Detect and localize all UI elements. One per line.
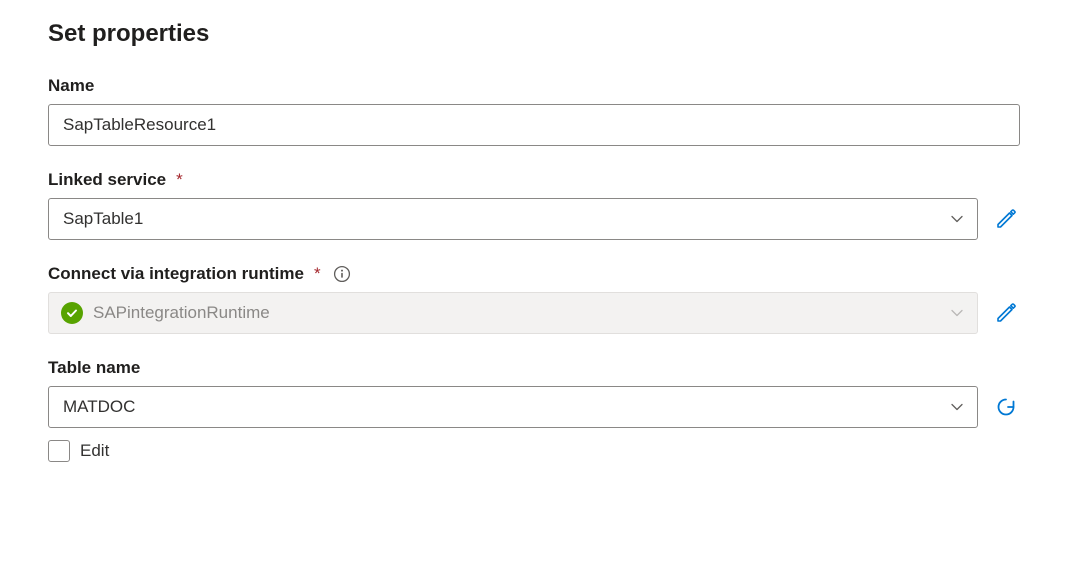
page-title: Set properties: [48, 20, 1020, 48]
integration-runtime-select[interactable]: SAPintegrationRuntime: [48, 292, 978, 334]
table-name-value: MATDOC: [63, 397, 135, 417]
linked-service-label-text: Linked service: [48, 170, 166, 190]
pencil-icon: [994, 301, 1018, 325]
table-name-label-text: Table name: [48, 358, 140, 378]
info-icon[interactable]: [333, 265, 351, 283]
pencil-icon: [994, 207, 1018, 231]
refresh-table-name-button[interactable]: [992, 393, 1020, 421]
integration-runtime-field: Connect via integration runtime * SAPint…: [48, 264, 1020, 334]
name-field: Name: [48, 76, 1020, 146]
table-name-select[interactable]: MATDOC: [48, 386, 978, 428]
name-label: Name: [48, 76, 1020, 96]
required-indicator: *: [314, 264, 321, 284]
edit-linked-service-button[interactable]: [992, 205, 1020, 233]
edit-checkbox-row: Edit: [48, 440, 1020, 462]
required-indicator: *: [176, 170, 183, 190]
name-input[interactable]: [48, 104, 1020, 146]
check-circle-icon: [61, 302, 83, 324]
table-name-label: Table name: [48, 358, 1020, 378]
integration-runtime-label-text: Connect via integration runtime: [48, 264, 304, 284]
edit-checkbox[interactable]: [48, 440, 70, 462]
linked-service-select[interactable]: SapTable1: [48, 198, 978, 240]
table-name-field: Table name MATDOC Edit: [48, 358, 1020, 462]
integration-runtime-value: SAPintegrationRuntime: [93, 303, 270, 323]
name-label-text: Name: [48, 76, 94, 96]
edit-checkbox-label: Edit: [80, 441, 109, 461]
linked-service-value: SapTable1: [63, 209, 143, 229]
linked-service-field: Linked service * SapTable1: [48, 170, 1020, 240]
edit-integration-runtime-button[interactable]: [992, 299, 1020, 327]
refresh-icon: [994, 395, 1018, 419]
linked-service-label: Linked service *: [48, 170, 1020, 190]
integration-runtime-label: Connect via integration runtime *: [48, 264, 1020, 284]
set-properties-panel: Set properties Name Linked service * Sap…: [0, 0, 1068, 506]
